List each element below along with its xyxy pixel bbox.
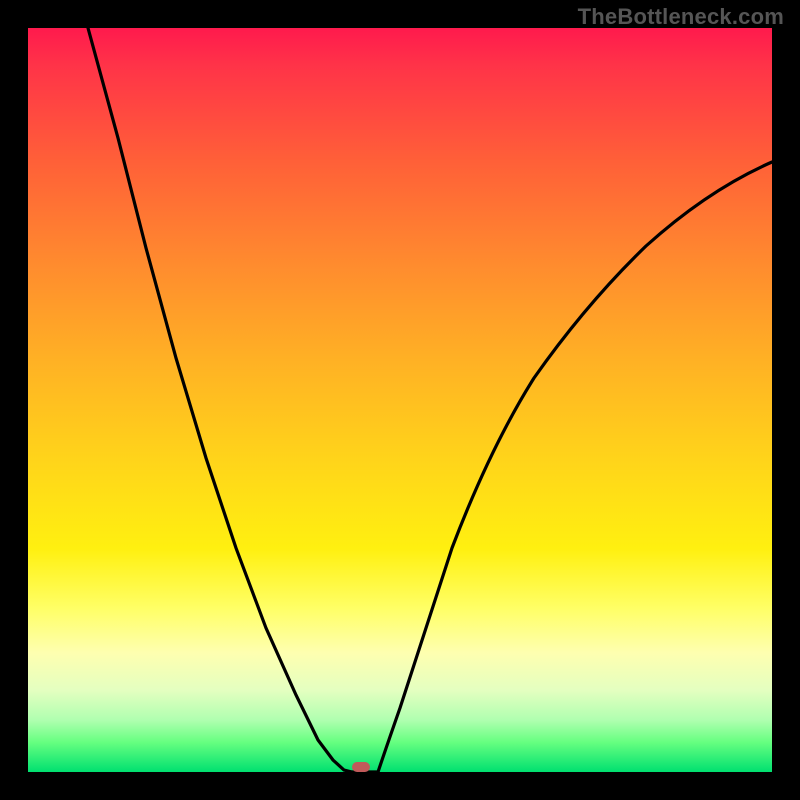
optimum-marker [352, 762, 370, 772]
curve-left-branch [88, 28, 352, 772]
outer-frame: TheBottleneck.com [0, 0, 800, 800]
bottleneck-curve [28, 28, 772, 772]
curve-right-branch [378, 162, 772, 772]
watermark-text: TheBottleneck.com [578, 4, 784, 30]
plot-area [28, 28, 772, 772]
